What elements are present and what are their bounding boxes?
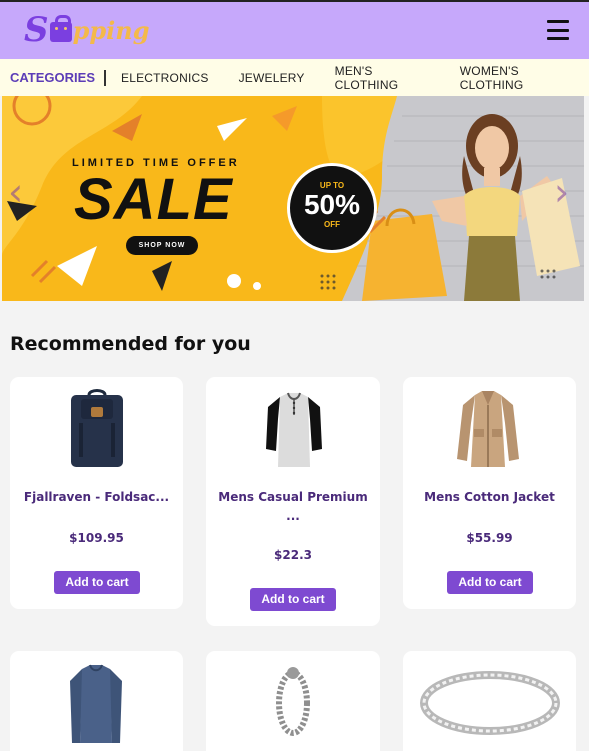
product-price: $22.3 (274, 548, 312, 562)
product-card[interactable] (10, 651, 183, 751)
ring-image (420, 671, 560, 735)
add-to-cart-button[interactable]: Add to cart (447, 571, 533, 594)
recommended-title: Recommended for you (10, 333, 251, 355)
category-bar: CATEGORIES ELECTRONICS JEWELERY MEN'S CL… (0, 59, 589, 96)
henley-shirt-image (266, 392, 322, 467)
long-sleeve-shirt-image (70, 664, 122, 743)
category-jewelery[interactable]: JEWELERY (239, 71, 305, 85)
shopping-logo[interactable]: S pping (24, 10, 149, 50)
badge-off: OFF (324, 220, 340, 229)
product-name-ellipsis: ... (286, 509, 300, 523)
product-card[interactable]: Mens Casual Premium ... $22.3 Add to car… (206, 377, 380, 626)
categories-title: CATEGORIES (10, 69, 106, 86)
logo-rest: pping (72, 15, 150, 45)
add-to-cart-button[interactable]: Add to cart (250, 588, 336, 611)
product-price: $55.99 (466, 531, 513, 545)
cotton-jacket-image (457, 391, 519, 467)
discount-badge: UP TO 50% OFF (287, 163, 377, 253)
badge-percent: 50% (303, 189, 361, 220)
category-electronics[interactable]: ELECTRONICS (121, 71, 209, 85)
product-card[interactable]: Mens Cotton Jacket $55.99 Add to cart (403, 377, 576, 609)
shop-now-button[interactable]: SHOP NOW (126, 236, 198, 255)
product-name[interactable]: Mens Cotton Jacket (403, 488, 576, 507)
product-card[interactable] (206, 651, 380, 751)
product-price: $109.95 (69, 531, 124, 545)
category-mens-clothing[interactable]: MEN'S CLOTHING (335, 64, 430, 92)
logo-initial: S (24, 10, 49, 50)
product-name[interactable]: Mens Casual Premium ... (206, 488, 380, 526)
category-womens-clothing[interactable]: WOMEN'S CLOTHING (460, 64, 574, 92)
bracelet-image (276, 667, 310, 736)
product-name-line: Mens Casual Premium (218, 490, 368, 504)
top-header: S pping (0, 0, 589, 59)
shopping-bag-icon (49, 15, 72, 42)
chevron-left-icon[interactable]: ‹ (8, 172, 30, 212)
hamburger-menu-icon[interactable] (547, 20, 569, 40)
product-card[interactable]: Fjallraven - Foldsac... $109.95 Add to c… (10, 377, 183, 609)
add-to-cart-button[interactable]: Add to cart (54, 571, 140, 594)
product-card[interactable] (403, 651, 576, 751)
chevron-right-icon[interactable]: › (554, 172, 576, 212)
sale-heading: SALE (74, 167, 233, 232)
product-name[interactable]: Fjallraven - Foldsac... (10, 488, 183, 507)
backpack-image (71, 389, 123, 467)
